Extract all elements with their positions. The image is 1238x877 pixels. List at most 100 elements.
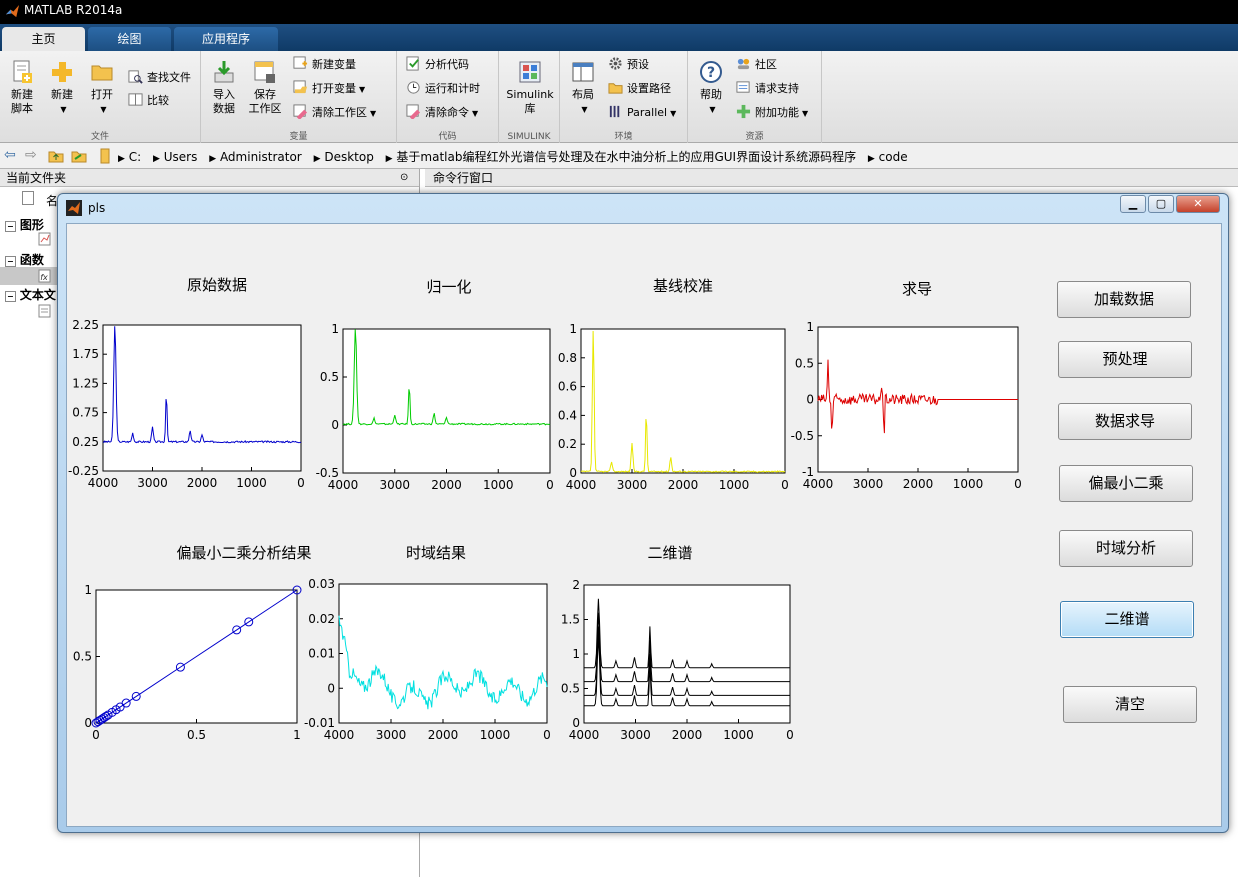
app-title: MATLAB R2014a (24, 3, 123, 17)
plot-axes-6: 21.510.504000 3000 2000 1000 0 (561, 578, 794, 742)
load-data-button[interactable]: 加载数据 (1057, 281, 1191, 318)
run-and-time-button[interactable]: 运行和计时 (406, 79, 480, 99)
close-button[interactable]: ✕ (1176, 195, 1220, 213)
plot-axes-1: 10.50-0.54000 3000 2000 1000 0 (316, 322, 554, 492)
y-tick-label: 0 (331, 418, 339, 432)
simulink-library-button[interactable]: Simulink 库 (503, 59, 557, 116)
y-tick-label: 0.02 (308, 612, 335, 626)
breadcrumb-item[interactable]: Users (164, 150, 198, 164)
x-tick-label: 4000 (324, 728, 355, 742)
x-tick-label: 2000 (431, 478, 462, 492)
tab-plots[interactable]: 绘图 (88, 27, 171, 51)
y-tick-label: 0.2 (558, 437, 577, 451)
panel-menu-icon[interactable]: ⊙ (400, 169, 408, 187)
simulink-label-2: 库 (524, 102, 536, 115)
new-button[interactable]: 新建 ▼ (44, 59, 80, 117)
breadcrumb-item[interactable]: Desktop (324, 150, 374, 164)
pls-button[interactable]: 偏最小二乘 (1059, 465, 1193, 502)
y-tick-label: 0.5 (795, 356, 814, 370)
derive-button[interactable]: 数据求导 (1058, 403, 1192, 440)
new-variable-button[interactable]: 新建变量 (293, 55, 356, 75)
breadcrumb-item[interactable]: code (879, 150, 908, 164)
selected-file-row[interactable]: fx (0, 267, 58, 285)
new-script-button[interactable]: 新建 脚本 (4, 59, 40, 116)
ribbon-caption-simulink: SIMULINK (507, 132, 551, 142)
x-tick-label: 2000 (672, 728, 703, 742)
save-workspace-button[interactable]: 保存 工作区 (245, 59, 285, 116)
ribbon-caption-environment: 环境 (614, 132, 633, 142)
forward-arrow-icon[interactable]: ⇨ (25, 147, 37, 163)
clear-commands-button[interactable]: 清除命令 ▼ (406, 103, 478, 123)
compare-button[interactable]: 比较 (128, 91, 169, 111)
find-files-label: 查找文件 (147, 71, 191, 84)
plot-axes-0: 2.251.751.250.750.25-0.254000 3000 2000 100… (68, 318, 305, 490)
import-data-button[interactable]: 导入 数据 (206, 59, 242, 116)
folder-icon (91, 65, 113, 81)
find-files-icon (128, 70, 143, 84)
group-functions[interactable]: − 函数 (5, 251, 44, 268)
x-tick-label: 0 (92, 728, 100, 742)
x-tick-label: 0 (781, 478, 789, 492)
y-tick-label: 1 (84, 583, 92, 597)
parallel-button[interactable]: Parallel ▼ (608, 103, 676, 123)
group-figures[interactable]: − 图形 (5, 216, 44, 233)
ribbon-caption-resources: 资源 (745, 132, 764, 142)
folder-icon (100, 148, 110, 164)
plot-axes-3: 10.50-0.5-14000 3000 2000 1000 0 (791, 320, 1022, 491)
analyze-code-button[interactable]: 分析代码 (406, 55, 469, 75)
new-script-icon (13, 60, 32, 83)
layout-button[interactable]: 布局 ▼ (565, 59, 601, 117)
breadcrumb-item[interactable]: 基于matlab编程红外光谱信号处理及在水中油分析上的应用GUI界面设计系统源码… (396, 150, 856, 164)
minimize-button[interactable]: ▁ (1120, 195, 1146, 213)
open-button[interactable]: 打开 ▼ (84, 59, 120, 117)
x-tick-label: 1000 (236, 476, 267, 490)
help-button[interactable]: ? 帮助 ▼ (693, 59, 729, 117)
new-label: 新建 (51, 88, 73, 101)
request-support-button[interactable]: 请求支持 (736, 79, 799, 99)
function-file-icon: fx (38, 269, 51, 283)
y-tick-label: 0.5 (320, 370, 339, 384)
set-path-button[interactable]: 设置路径 (608, 79, 671, 99)
preferences-button[interactable]: 预设 (608, 55, 649, 75)
current-folder-header: 当前文件夹 ⊙ (0, 169, 419, 187)
svg-text:fx: fx (40, 273, 48, 282)
analyze-code-icon (406, 56, 419, 71)
plot-axes-4: 1 0.5 00 0.5 1 (73, 583, 302, 742)
breadcrumb-item[interactable]: C: (129, 150, 141, 164)
ribbon-section-simulink: Simulink 库 SIMULINK (499, 51, 560, 143)
file-icon (22, 191, 34, 208)
clear-workspace-button[interactable]: 清除工作区 ▼ (293, 103, 376, 123)
y-tick-label: 1 (569, 322, 577, 336)
simulink-label-1: Simulink (506, 88, 554, 101)
browse-folder-icon[interactable] (71, 148, 87, 164)
clear-button[interactable]: 清空 (1063, 686, 1197, 723)
y-tick-label: 2 (572, 578, 580, 592)
x-tick-label: 4000 (569, 728, 600, 742)
group-text-files[interactable]: − 文本文 (5, 286, 56, 303)
back-arrow-icon[interactable]: ⇦ (4, 147, 16, 163)
open-variable-button[interactable]: 打开变量 ▼ (293, 79, 365, 99)
plus-icon (52, 62, 72, 82)
y-tick-label: 1 (572, 647, 580, 661)
tab-home[interactable]: 主页 (2, 27, 85, 51)
up-folder-icon[interactable] (48, 148, 64, 164)
addons-icon (736, 104, 751, 119)
y-tick-label: 0 (84, 716, 92, 730)
y-tick-label: 0.8 (558, 351, 577, 365)
addons-button[interactable]: 附加功能 ▼ (736, 103, 808, 123)
preprocess-button[interactable]: 预处理 (1058, 341, 1192, 378)
tab-apps[interactable]: 应用程序 (174, 27, 278, 51)
run-time-icon (407, 81, 420, 94)
x-tick-label: 3000 (137, 476, 168, 490)
x-tick-label: 2000 (187, 476, 218, 490)
time-analysis-button[interactable]: 时域分析 (1059, 530, 1193, 567)
community-button[interactable]: 社区 (736, 55, 777, 75)
2d-spectrum-button[interactable]: 二维谱 (1060, 601, 1194, 638)
new-script-label-1: 新建 (11, 88, 33, 101)
maximize-button[interactable]: ▢ (1148, 195, 1174, 213)
breadcrumb-item[interactable]: Administrator (220, 150, 302, 164)
clear-workspace-icon (293, 104, 308, 119)
find-files-button[interactable]: 查找文件 (128, 68, 191, 88)
save-workspace-label-2: 工作区 (248, 102, 282, 115)
matlab-figure-icon (66, 200, 82, 216)
